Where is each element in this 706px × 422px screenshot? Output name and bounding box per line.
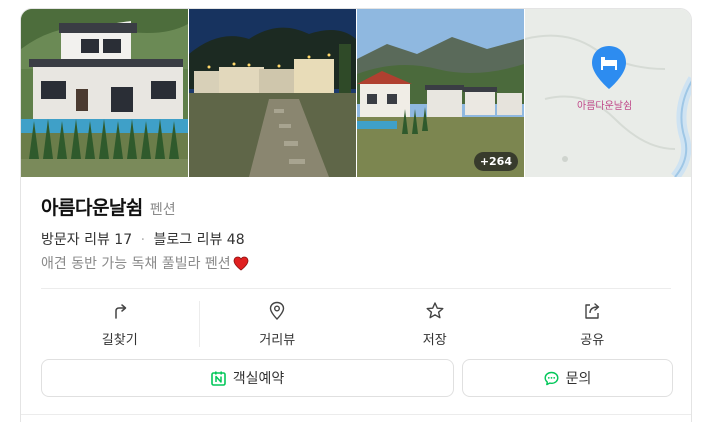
- inquiry-button[interactable]: 문의: [462, 359, 673, 397]
- share-icon: [585, 303, 600, 319]
- title-row: 아름다운날쉼 펜션: [41, 193, 176, 220]
- chat-bubble-icon: [544, 371, 559, 385]
- place-description: 애견 동반 가능 독채 풀빌라 펜션: [41, 256, 231, 272]
- place-category: 펜션: [149, 202, 176, 218]
- review-separator: ·: [140, 232, 146, 248]
- visitor-reviews-link[interactable]: 방문자 리뷰 17: [41, 232, 132, 248]
- bottom-divider: [21, 414, 691, 415]
- blog-reviews-link[interactable]: 블로그 리뷰 48: [153, 232, 244, 248]
- room-booking-label: 객실예약: [232, 371, 285, 387]
- description-row: 애견 동반 가능 독채 풀빌라 펜션: [41, 253, 249, 273]
- place-name[interactable]: 아름다운날쉼: [41, 193, 143, 220]
- photo-daytime-houses[interactable]: +264: [357, 9, 524, 177]
- save-button[interactable]: 저장: [356, 299, 514, 349]
- photo-strip: +264 아름다운날쉼: [21, 9, 691, 177]
- location-pin-icon: [270, 301, 285, 320]
- map-marker-label: 아름다운날쉼: [577, 101, 633, 112]
- photo-evening-village[interactable]: [189, 9, 356, 177]
- room-booking-button[interactable]: 객실예약: [41, 359, 454, 397]
- street-view-button[interactable]: 거리뷰: [198, 299, 357, 349]
- directions-icon: [115, 304, 126, 319]
- review-row: 방문자 리뷰 17 · 블로그 리뷰 48: [41, 229, 245, 249]
- share-label: 공유: [580, 333, 605, 348]
- save-label: 저장: [422, 333, 447, 348]
- directions-button[interactable]: 길찾기: [41, 299, 199, 349]
- directions-label: 길찾기: [101, 333, 138, 348]
- inquiry-label: 문의: [565, 371, 592, 387]
- star-icon: [426, 302, 444, 319]
- photo-more-count[interactable]: +264: [473, 152, 518, 171]
- action-separator: [198, 301, 200, 347]
- booking-calendar-icon: [210, 371, 226, 386]
- section-divider: [41, 288, 671, 289]
- heart-icon: [233, 256, 249, 270]
- place-card: +264 아름다운날쉼 아름다운날쉼 펜션 방문자 리뷰 17 · 블로그 리뷰…: [20, 8, 692, 422]
- action-bar: 길찾기 거리뷰 저장 공유: [41, 299, 671, 349]
- map-thumbnail[interactable]: 아름다운날쉼: [525, 9, 691, 177]
- map-pin-icon: [592, 46, 626, 89]
- share-button[interactable]: 공유: [514, 299, 672, 349]
- street-view-label: 거리뷰: [259, 333, 296, 348]
- photo-house-pool[interactable]: [21, 9, 188, 177]
